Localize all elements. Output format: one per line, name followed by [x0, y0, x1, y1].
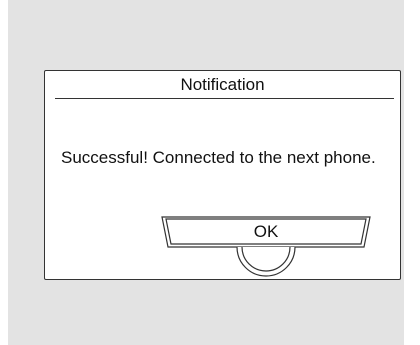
dialog-message: Successful! Connected to the next phone.	[61, 148, 376, 167]
dialog-title: Notification	[180, 75, 265, 94]
title-divider	[55, 98, 394, 99]
ok-button[interactable]: OK	[161, 216, 371, 277]
ok-button-frame	[161, 216, 371, 277]
display-screen: Notification Successful! Connected to th…	[8, 0, 404, 345]
notification-dialog: Notification Successful! Connected to th…	[44, 70, 401, 280]
